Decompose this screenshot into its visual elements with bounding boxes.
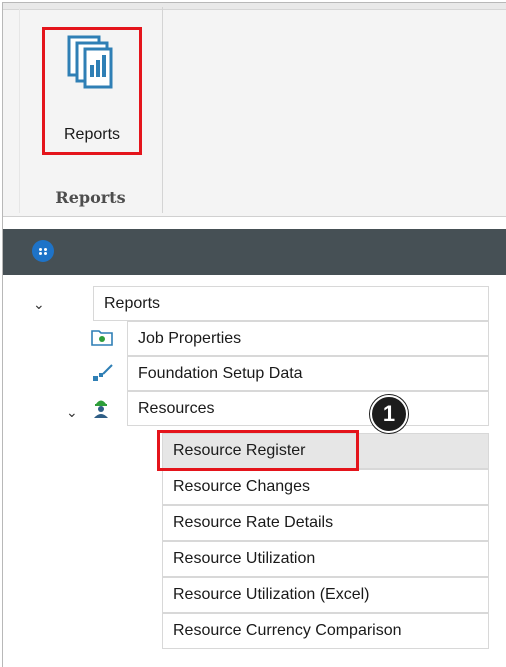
tree-item-foundation-setup-data[interactable]: Foundation Setup Data bbox=[127, 356, 489, 391]
panel-menu-icon[interactable] bbox=[32, 240, 54, 262]
job-properties-icon bbox=[91, 330, 113, 346]
tree-item-resource-rate-details[interactable]: Resource Rate Details bbox=[162, 505, 489, 541]
highlight-box bbox=[157, 430, 359, 471]
tree-item-resources[interactable]: Resources bbox=[127, 391, 489, 426]
tree-item-resource-currency-comparison[interactable]: Resource Currency Comparison bbox=[162, 613, 489, 649]
tree-item-resource-utilization-excel[interactable]: Resource Utilization (Excel) bbox=[162, 577, 489, 613]
expand-chevron-reports-icon[interactable]: ⌄ bbox=[33, 296, 45, 313]
reports-button-label: Reports bbox=[63, 126, 121, 143]
expand-chevron-resources-icon[interactable]: ⌄ bbox=[66, 404, 78, 421]
foundation-setup-icon bbox=[93, 364, 113, 381]
reports-button[interactable]: Reports bbox=[42, 27, 142, 155]
resources-worker-icon bbox=[94, 400, 108, 418]
ribbon-group-label: Reports bbox=[55, 188, 126, 207]
tree-item-resource-changes[interactable]: Resource Changes bbox=[162, 469, 489, 505]
reports-icon bbox=[67, 35, 113, 89]
tree-root-reports[interactable]: Reports bbox=[93, 286, 489, 321]
tree-item-resource-utilization[interactable]: Resource Utilization bbox=[162, 541, 489, 577]
tree-item-job-properties[interactable]: Job Properties bbox=[127, 321, 489, 356]
step-callout-badge: 1 bbox=[370, 395, 408, 433]
panel-header-bar bbox=[3, 229, 506, 275]
